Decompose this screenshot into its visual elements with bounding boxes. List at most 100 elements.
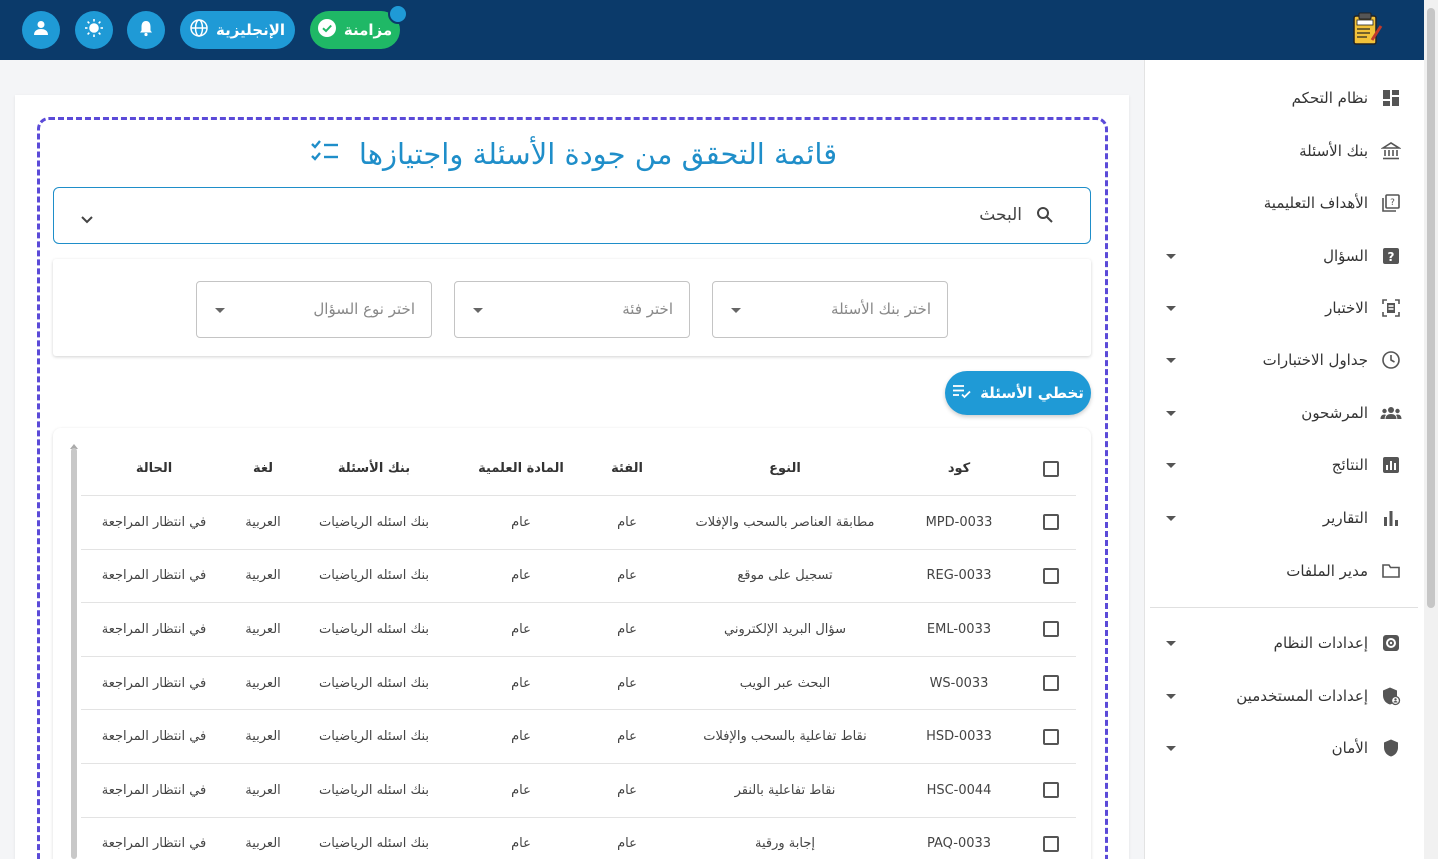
sync-button[interactable]: مزامنة — [310, 11, 400, 49]
table-row[interactable]: REG-0033 تسجيل على موقع عام عام بنك اسئل… — [81, 550, 1076, 604]
header-subject[interactable]: المادة العلمية — [461, 442, 581, 495]
sidebar-item-user-settings[interactable]: إعدادات المستخدمين — [1144, 676, 1424, 716]
chevron-down-icon — [1166, 640, 1176, 646]
table-row[interactable]: WS-0033 البحث عبر الويب عام عام بنك اسئل… — [81, 657, 1076, 711]
sidebar-item-label: الاختبار — [1325, 299, 1368, 317]
search-icon — [1036, 206, 1054, 228]
header-type[interactable]: النوع — [665, 442, 905, 495]
cell-category: عام — [617, 514, 637, 530]
header-language[interactable]: لغة — [233, 442, 293, 495]
sidebar-item-results[interactable]: النتائج — [1144, 445, 1424, 485]
select-all-checkbox[interactable] — [1043, 460, 1059, 477]
cell-category: عام — [617, 836, 637, 852]
cell-code: MPD-0033 — [925, 514, 993, 530]
row-checkbox[interactable] — [1043, 675, 1059, 692]
cell-language: العربية — [245, 729, 281, 745]
cell-language: العربية — [245, 621, 281, 637]
sidebar-item-exam[interactable]: الاختبار — [1144, 288, 1424, 328]
table-row[interactable]: HSD-0033 نقاط تفاعلية بالسحب والإفلات عا… — [81, 710, 1076, 764]
table-row[interactable]: MPD-0033 مطابقة العناصر بالسحب والإفلات … — [81, 496, 1076, 550]
row-checkbox[interactable] — [1043, 621, 1059, 638]
sidebar-item-label: المرشحون — [1301, 404, 1368, 422]
cell-bank: بنك اسئله الرياضيات — [319, 729, 429, 745]
sidebar-item-security[interactable]: الأمان — [1144, 728, 1424, 768]
search-input[interactable]: البحث — [53, 187, 1091, 244]
language-button[interactable]: الإنجليزية — [180, 11, 295, 49]
sidebar-item-candidates[interactable]: المرشحون — [1144, 393, 1424, 433]
sidebar-item-label: الأهداف التعليمية — [1263, 194, 1368, 212]
sidebar-item-label: بنك الأسئلة — [1299, 142, 1368, 160]
sidebar-item-file-manager[interactable]: مدير الملفات — [1144, 551, 1424, 591]
svg-text:?: ? — [1390, 198, 1395, 208]
category-select[interactable]: اختر فئة — [454, 281, 690, 338]
sidebar-item-question-bank[interactable]: بنك الأسئلة — [1144, 131, 1424, 171]
page-scrollbar[interactable] — [1424, 0, 1438, 859]
sidebar-item-exam-schedules[interactable]: جداول الاختبارات — [1144, 340, 1424, 380]
header-category[interactable]: الفئة — [597, 442, 657, 495]
theme-icon — [84, 18, 104, 42]
cell-code: WS-0033 — [929, 675, 989, 691]
user-shield-icon — [1380, 685, 1402, 707]
notifications-button[interactable] — [127, 11, 165, 49]
user-profile-button[interactable] — [22, 11, 60, 49]
row-checkbox[interactable] — [1043, 514, 1059, 531]
page-scrollbar-thumb[interactable] — [1427, 8, 1435, 608]
sidebar-item-label: نظام التحكم — [1291, 89, 1368, 107]
cell-status: في انتظار المراجعة — [101, 568, 207, 584]
cell-subject: عام — [511, 568, 531, 584]
chevron-down-icon[interactable] — [80, 210, 94, 229]
row-checkbox[interactable] — [1043, 567, 1059, 584]
clock-icon — [1380, 349, 1402, 371]
cell-code: HSD-0033 — [926, 729, 992, 745]
cell-category: عام — [617, 621, 637, 637]
theme-toggle-button[interactable] — [75, 11, 113, 49]
sidebar-item-label: السؤال — [1323, 247, 1368, 265]
sidebar-item-label: الأمان — [1331, 739, 1368, 757]
svg-text:?: ? — [1388, 250, 1395, 264]
row-checkbox[interactable] — [1043, 782, 1059, 799]
cell-subject: عام — [511, 621, 531, 637]
cell-status: في انتظار المراجعة — [101, 836, 207, 852]
quiz-book-icon: ? — [1380, 192, 1402, 214]
header-code[interactable]: كود — [919, 442, 999, 495]
sidebar-item-label: مدير الملفات — [1286, 562, 1368, 580]
row-checkbox-cell — [1031, 710, 1071, 763]
sidebar-item-reports[interactable]: التقارير — [1144, 498, 1424, 538]
sync-status-dot — [388, 4, 408, 24]
cell-code: PAQ-0033 — [926, 836, 992, 852]
sidebar-item-question[interactable]: ? السؤال — [1144, 236, 1424, 276]
top-bar: مزامنة الإنجليزية — [0, 0, 1424, 60]
question-icon: ? — [1380, 245, 1402, 267]
table-row[interactable]: PAQ-0033 إجابة ورقية عام عام بنك اسئله ا… — [81, 818, 1076, 859]
question-bank-select[interactable]: اختر بنك الأسئلة — [712, 281, 948, 338]
cell-type: مطابقة العناصر بالسحب والإفلات — [695, 514, 875, 530]
question-type-select[interactable]: اختر نوع السؤال — [196, 281, 432, 338]
table-row[interactable]: EML-0033 سؤال البريد الإلكتروني عام عام … — [81, 603, 1076, 657]
sidebar-item-system-settings[interactable]: إعدادات النظام — [1144, 623, 1424, 663]
row-checkbox[interactable] — [1043, 728, 1059, 745]
cell-type: نقاط تفاعلية بالنقر — [734, 782, 836, 798]
table-scrollbar[interactable] — [71, 448, 77, 859]
chevron-down-icon — [473, 308, 483, 313]
cell-type: سؤال البريد الإلكتروني — [723, 621, 847, 637]
chevron-down-icon — [1166, 515, 1176, 521]
skip-questions-button[interactable]: تخطي الأسئلة — [945, 371, 1091, 415]
chevron-down-icon — [1166, 745, 1176, 751]
cell-subject: عام — [511, 782, 531, 798]
cell-subject: عام — [511, 836, 531, 852]
sidebar-item-dashboard[interactable]: نظام التحكم — [1144, 78, 1424, 118]
exam-logo-icon[interactable] — [1346, 10, 1386, 50]
row-checkbox-cell — [1031, 550, 1071, 603]
header-bank[interactable]: بنك الأسئلة — [309, 442, 439, 495]
cell-language: العربية — [245, 514, 281, 530]
cell-bank: بنك اسئله الرياضيات — [319, 782, 429, 798]
cell-type: نقاط تفاعلية بالسحب والإفلات — [703, 729, 867, 745]
sidebar-divider — [1150, 607, 1418, 608]
playlist-check-icon — [952, 383, 972, 403]
header-status[interactable]: الحالة — [99, 442, 209, 495]
row-checkbox[interactable] — [1043, 835, 1059, 852]
table-row[interactable]: HSC-0044 نقاط تفاعلية بالنقر عام عام بنك… — [81, 764, 1076, 818]
sidebar-item-learning-objectives[interactable]: ? الأهداف التعليمية — [1144, 183, 1424, 223]
cell-status: في انتظار المراجعة — [101, 782, 207, 798]
page-title-text: قائمة التحقق من جودة الأسئلة واجتيازها — [358, 137, 838, 171]
